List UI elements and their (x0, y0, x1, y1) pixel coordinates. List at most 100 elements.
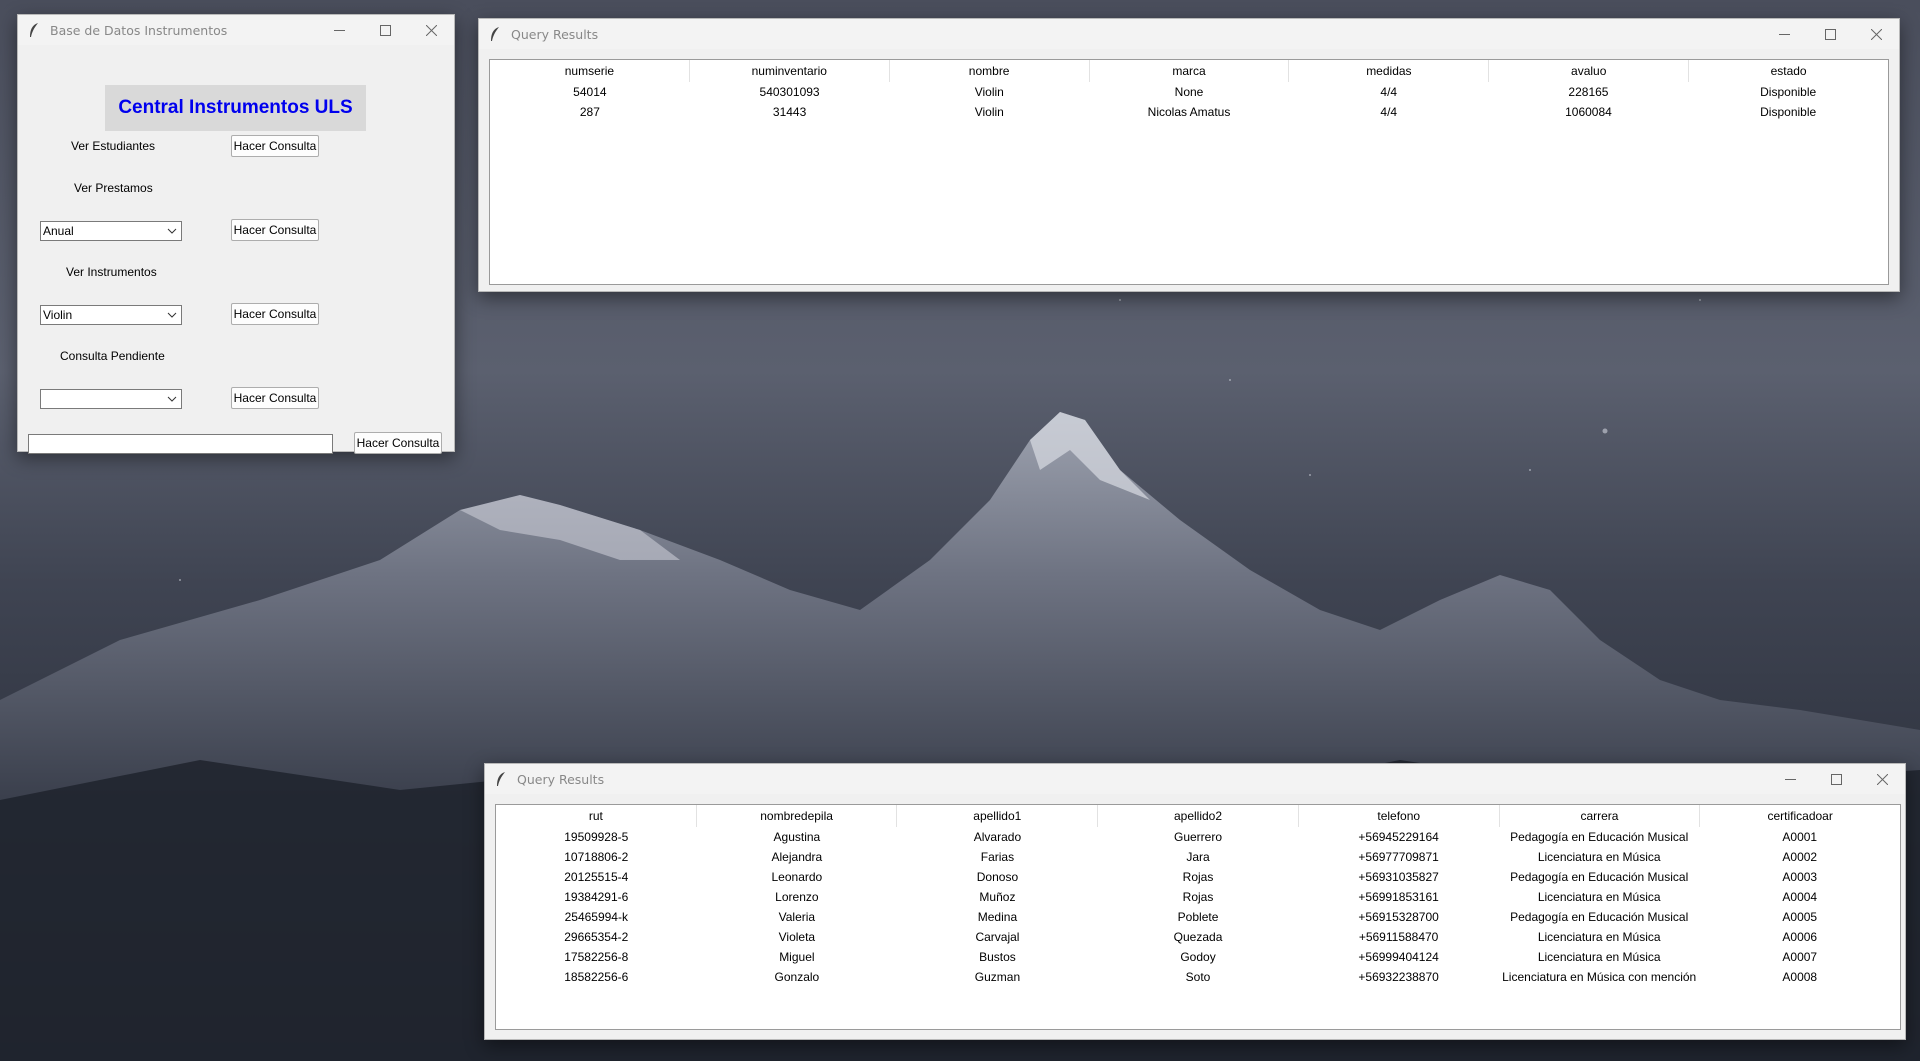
pendiente-select[interactable] (40, 389, 182, 409)
maximize-icon (1824, 28, 1836, 40)
maximize-button[interactable] (1807, 19, 1853, 49)
column-header[interactable]: apellido2 (1098, 805, 1299, 827)
table-cell: 4/4 (1380, 105, 1398, 119)
instrumentos-select-value: Violin (43, 308, 73, 322)
table-cell: 29665354-2 (564, 930, 629, 944)
column-header[interactable]: telefono (1299, 805, 1500, 827)
close-button[interactable] (1853, 19, 1899, 49)
column-header[interactable]: certificadoar (1700, 805, 1900, 827)
table-cell: Bustos (979, 950, 1016, 964)
column-header[interactable]: rut (496, 805, 697, 827)
table-row[interactable]: 10718806-2 Alejandra Farias Jara +5697770987… (496, 847, 1900, 867)
table-cell: +56931035827 (1358, 870, 1439, 884)
prestamos-select-value: Anual (43, 224, 74, 238)
maximize-icon (379, 24, 391, 36)
table-cell: +56991853161 (1358, 890, 1439, 904)
table-cell: Jara (1186, 850, 1210, 864)
maximize-icon (1830, 773, 1842, 785)
table-cell: Carvajal (975, 930, 1020, 944)
table-cell: A0006 (1782, 930, 1818, 944)
table-row[interactable]: 20125515-4 Leonardo Donoso Rojas +5693103582… (496, 867, 1900, 887)
main-window-titlebar[interactable]: Base de Datos Instrumentos (18, 15, 454, 45)
table-cell: 25465994-k (564, 910, 628, 924)
column-header[interactable]: nombre (890, 60, 1090, 82)
table-cell: +56999404124 (1358, 950, 1439, 964)
ver-prestamos-label: Ver Prestamos (74, 181, 153, 195)
column-header[interactable]: avaluo (1489, 60, 1690, 82)
instrumentos-select[interactable]: Violin (40, 305, 182, 325)
minimize-button[interactable] (1761, 19, 1807, 49)
column-header[interactable]: nombredepila (697, 805, 898, 827)
table-row[interactable]: 29665354-2 Violeta Carvajal Quezada +5691158… (496, 927, 1900, 947)
instruments-window-titlebar[interactable]: Query Results (479, 19, 1899, 49)
table-cell: 20125515-4 (564, 870, 629, 884)
close-button[interactable] (408, 15, 454, 45)
table-cell: 18582256-6 (564, 970, 629, 984)
prestamos-query-button[interactable]: Hacer Consulta (231, 219, 319, 241)
instruments-table[interactable]: numserie numinventario nombre marca medi… (489, 59, 1889, 285)
table-cell: Pedagogía en Educación Musical (1510, 870, 1689, 884)
table-body: 19509928-5 Agustina Alvarado Guerrero +56945… (496, 827, 1900, 987)
table-row[interactable]: 54014 540301093 Violin None 4/4 228165 D… (490, 82, 1888, 102)
table-cell: Gonzalo (774, 970, 820, 984)
instrumentos-query-button[interactable]: Hacer Consulta (231, 303, 319, 325)
table-cell: Licenciatura en Música (1537, 950, 1661, 964)
minimize-button[interactable] (316, 15, 362, 45)
table-cell: A0008 (1782, 970, 1818, 984)
maximize-button[interactable] (362, 15, 408, 45)
table-cell: Alvarado (973, 830, 1022, 844)
table-cell: Farias (980, 850, 1015, 864)
column-header[interactable]: numserie (490, 60, 690, 82)
chevron-down-icon (167, 396, 177, 402)
table-cell: Pedagogía en Educación Musical (1510, 830, 1689, 844)
table-cell: +56977709871 (1358, 850, 1439, 864)
table-cell: A0007 (1782, 950, 1818, 964)
table-cell: 4/4 (1380, 85, 1398, 99)
column-header[interactable]: estado (1689, 60, 1888, 82)
close-button[interactable] (1859, 764, 1905, 794)
table-cell: Licenciatura en Música (1537, 850, 1661, 864)
maximize-button[interactable] (1813, 764, 1859, 794)
table-cell: Medina (977, 910, 1018, 924)
consulta-pendiente-label: Consulta Pendiente (60, 349, 165, 363)
table-row[interactable]: 17582256-8 Miguel Bustos Godoy +56999404124 L… (496, 947, 1900, 967)
column-header[interactable]: marca (1090, 60, 1290, 82)
main-window: Base de Datos Instrumentos Central Instr… (17, 14, 455, 454)
table-cell: Licenciatura en Música (1537, 930, 1661, 944)
pendiente-query-button[interactable]: Hacer Consulta (231, 387, 319, 409)
table-row[interactable]: 19384291-6 Lorenzo Muñoz Rojas +56991853161 L… (496, 887, 1900, 907)
table-cell: Violin (974, 105, 1004, 119)
table-row[interactable]: 19509928-5 Agustina Alvarado Guerrero +56945… (496, 827, 1900, 847)
table-header: rut nombredepila apellido1 apellido2 tel… (496, 805, 1900, 827)
column-header[interactable]: medidas (1289, 60, 1490, 82)
table-row[interactable]: 18582256-6 Gonzalo Guzman Soto +56932238870 L… (496, 967, 1900, 987)
table-cell: A0003 (1782, 870, 1818, 884)
table-cell: Rojas (1182, 890, 1214, 904)
feather-icon (491, 27, 499, 41)
table-cell: 31443 (772, 105, 807, 119)
table-cell: Miguel (779, 950, 815, 964)
column-header[interactable]: numinventario (690, 60, 890, 82)
query-input[interactable] (28, 434, 333, 454)
table-row[interactable]: 287 31443 Violin Nicolas Amatus 4/4 1060… (490, 102, 1888, 122)
table-row[interactable]: 25465994-k Valeria Medina Poblete +569153287… (496, 907, 1900, 927)
table-cell: Godoy (1180, 950, 1216, 964)
table-cell: Pedagogía en Educación Musical (1510, 910, 1689, 924)
window-title: Query Results (511, 26, 599, 42)
table-cell: A0004 (1782, 890, 1818, 904)
students-window-titlebar[interactable]: Query Results (485, 764, 1905, 794)
table-cell: 19509928-5 (564, 830, 629, 844)
table-cell: 228165 (1568, 85, 1609, 99)
chevron-down-icon (167, 228, 177, 234)
table-cell: Quezada (1173, 930, 1223, 944)
column-header[interactable]: apellido1 (897, 805, 1099, 827)
prestamos-select[interactable]: Anual (40, 221, 182, 241)
table-cell: 1060084 (1565, 105, 1612, 119)
minimize-button[interactable] (1767, 764, 1813, 794)
ver-instrumentos-label: Ver Instrumentos (66, 265, 157, 279)
students-table[interactable]: rut nombredepila apellido1 apellido2 tel… (495, 804, 1901, 1030)
custom-query-button[interactable]: Hacer Consulta (354, 432, 442, 454)
column-header[interactable]: carrera (1500, 805, 1701, 827)
estudiantes-query-button[interactable]: Hacer Consulta (231, 135, 319, 157)
minimize-icon (1784, 778, 1796, 780)
